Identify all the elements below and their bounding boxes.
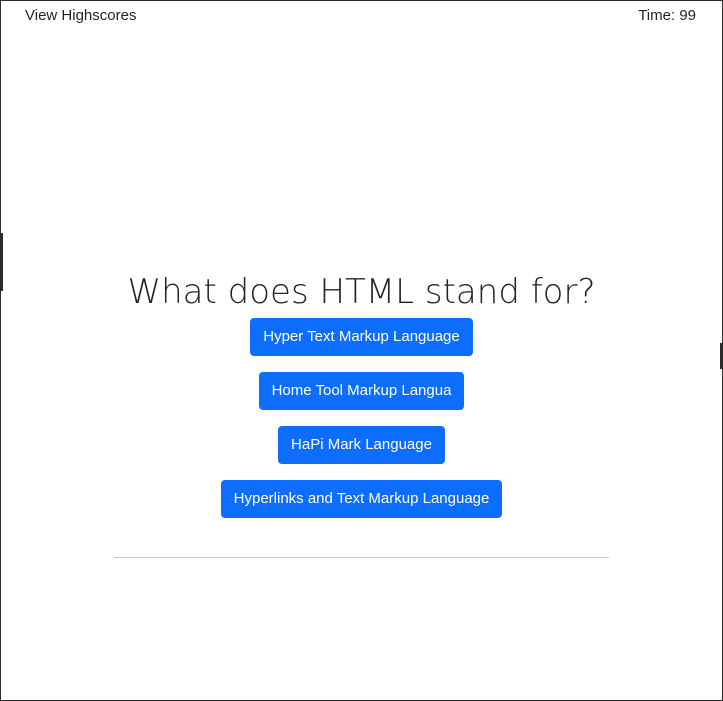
quiz-window: View Highscores Time: 99 What does HTML … [0,0,723,701]
top-bar: View Highscores Time: 99 [25,6,696,26]
answer-button-3[interactable]: HaPi Mark Language [278,426,445,464]
answer-button-2[interactable]: Home Tool Markup Langua [258,372,465,410]
divider-line [114,557,609,558]
question-text: What does HTML stand for? [127,271,596,312]
timer-display: Time: 99 [638,7,696,24]
view-highscores-link[interactable]: View Highscores [25,6,136,26]
answer-button-4[interactable]: Hyperlinks and Text Markup Language [220,480,503,518]
answer-list: Hyper Text Markup Language Home Tool Mar… [1,318,722,518]
answer-button-1[interactable]: Hyper Text Markup Language [250,318,473,356]
